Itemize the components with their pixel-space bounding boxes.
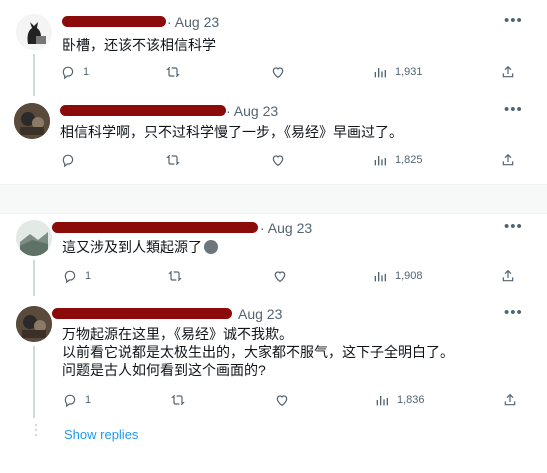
tweet-date[interactable]: · Aug 23 [260,220,312,236]
reply-count: 1 [83,66,90,78]
like-icon [270,64,286,80]
reply-icon [60,64,76,80]
views-button[interactable]: 1,931 [372,64,423,80]
like-button[interactable] [274,392,290,408]
thread-continuation-dots [35,424,37,439]
tweet-4[interactable]: Aug 23 ••• 万物起源在这里，《易经》诚不我欺。 以前看它说都是太极生出… [0,296,547,418]
more-icon[interactable]: ••• [504,218,523,235]
reply-button[interactable]: 1 [62,268,91,284]
reply-icon [60,152,76,168]
retweet-icon [165,152,181,168]
share-button[interactable] [502,392,518,408]
retweet-button[interactable] [170,392,186,408]
share-button[interactable] [500,268,516,284]
like-button[interactable] [270,152,286,168]
tweet-text-content: 這又涉及到人類起源了 [62,239,202,255]
tweet-text-line-2: 以前看它说都是太极生出的，大家都不服气，这下子全明白了。 [62,344,454,360]
views-button[interactable]: 1,825 [372,152,423,168]
reply-button[interactable]: 1 [60,64,89,80]
thread-line [33,260,35,296]
redacted-username [52,222,258,233]
tweet-text: 這又涉及到人類起源了 [62,238,218,256]
show-replies-link[interactable]: Show replies [64,427,138,442]
views-count: 1,908 [395,270,423,282]
views-icon [372,152,388,168]
reply-icon [62,392,78,408]
share-icon [500,152,516,168]
more-icon[interactable]: ••• [504,101,523,118]
share-icon [500,268,516,284]
emoji-face-icon [204,240,218,254]
tweet-text-line-1: 万物起源在这里，《易经》诚不我欺。 [62,326,293,342]
retweet-icon [165,64,181,80]
views-icon [372,64,388,80]
views-count: 1,825 [395,154,423,166]
tweet-date[interactable]: Aug 23 [238,306,282,322]
tweet-actions: 1 1,931 [60,64,520,84]
share-button[interactable] [500,64,516,80]
tweet-3[interactable]: · Aug 23 ••• 這又涉及到人類起源了 1 1,908 [0,214,547,296]
tweet-date[interactable]: · Aug 23 [167,14,219,30]
reply-count: 1 [85,270,92,282]
retweet-icon [167,268,183,284]
avatar[interactable] [14,103,50,139]
avatar[interactable] [16,14,52,50]
thread-line [33,54,35,96]
share-icon [500,64,516,80]
views-icon [372,268,388,284]
share-button[interactable] [500,152,516,168]
views-count: 1,931 [395,66,423,78]
like-button[interactable] [270,64,286,80]
redacted-username [62,16,166,27]
share-icon [502,392,518,408]
reply-count: 1 [85,394,92,406]
retweet-button[interactable] [165,152,181,168]
like-icon [272,268,288,284]
reply-icon [62,268,78,284]
tweet-2[interactable]: · Aug 23 ••• 相信科学啊，只不过科学慢了一步，《易经》早画过了。 1… [0,95,547,185]
reply-button[interactable]: 1 [62,392,91,408]
redacted-username [60,105,226,116]
thread-line [33,346,35,418]
views-count: 1,836 [397,394,425,406]
reply-button[interactable] [60,152,76,168]
avatar[interactable] [16,220,52,256]
views-button[interactable]: 1,836 [374,392,425,408]
retweet-button[interactable] [167,268,183,284]
tweet-text: 卧槽，还该不该相信科学 [62,37,216,53]
like-icon [270,152,286,168]
retweet-icon [170,392,186,408]
tweet-date[interactable]: · Aug 23 [226,103,278,119]
like-button[interactable] [272,268,288,284]
tweet-1[interactable]: · Aug 23 ••• 卧槽，还该不该相信科学 1 1,931 [0,0,547,96]
tweet-actions: 1,825 [60,152,520,172]
section-gap [0,185,547,213]
tweet-text: 相信科学啊，只不过科学慢了一步，《易经》早画过了。 [60,124,403,140]
redacted-username [52,308,232,319]
tweet-text-line-3: 问题是古人如何看到这个画面的? [62,362,266,378]
views-icon [374,392,390,408]
more-icon[interactable]: ••• [504,12,523,29]
more-icon[interactable]: ••• [504,304,523,321]
views-button[interactable]: 1,908 [372,268,423,284]
avatar[interactable] [16,306,52,342]
tweet-actions: 1 1,836 [62,392,522,412]
tweet-actions: 1 1,908 [62,268,522,288]
retweet-button[interactable] [165,64,181,80]
like-icon [274,392,290,408]
